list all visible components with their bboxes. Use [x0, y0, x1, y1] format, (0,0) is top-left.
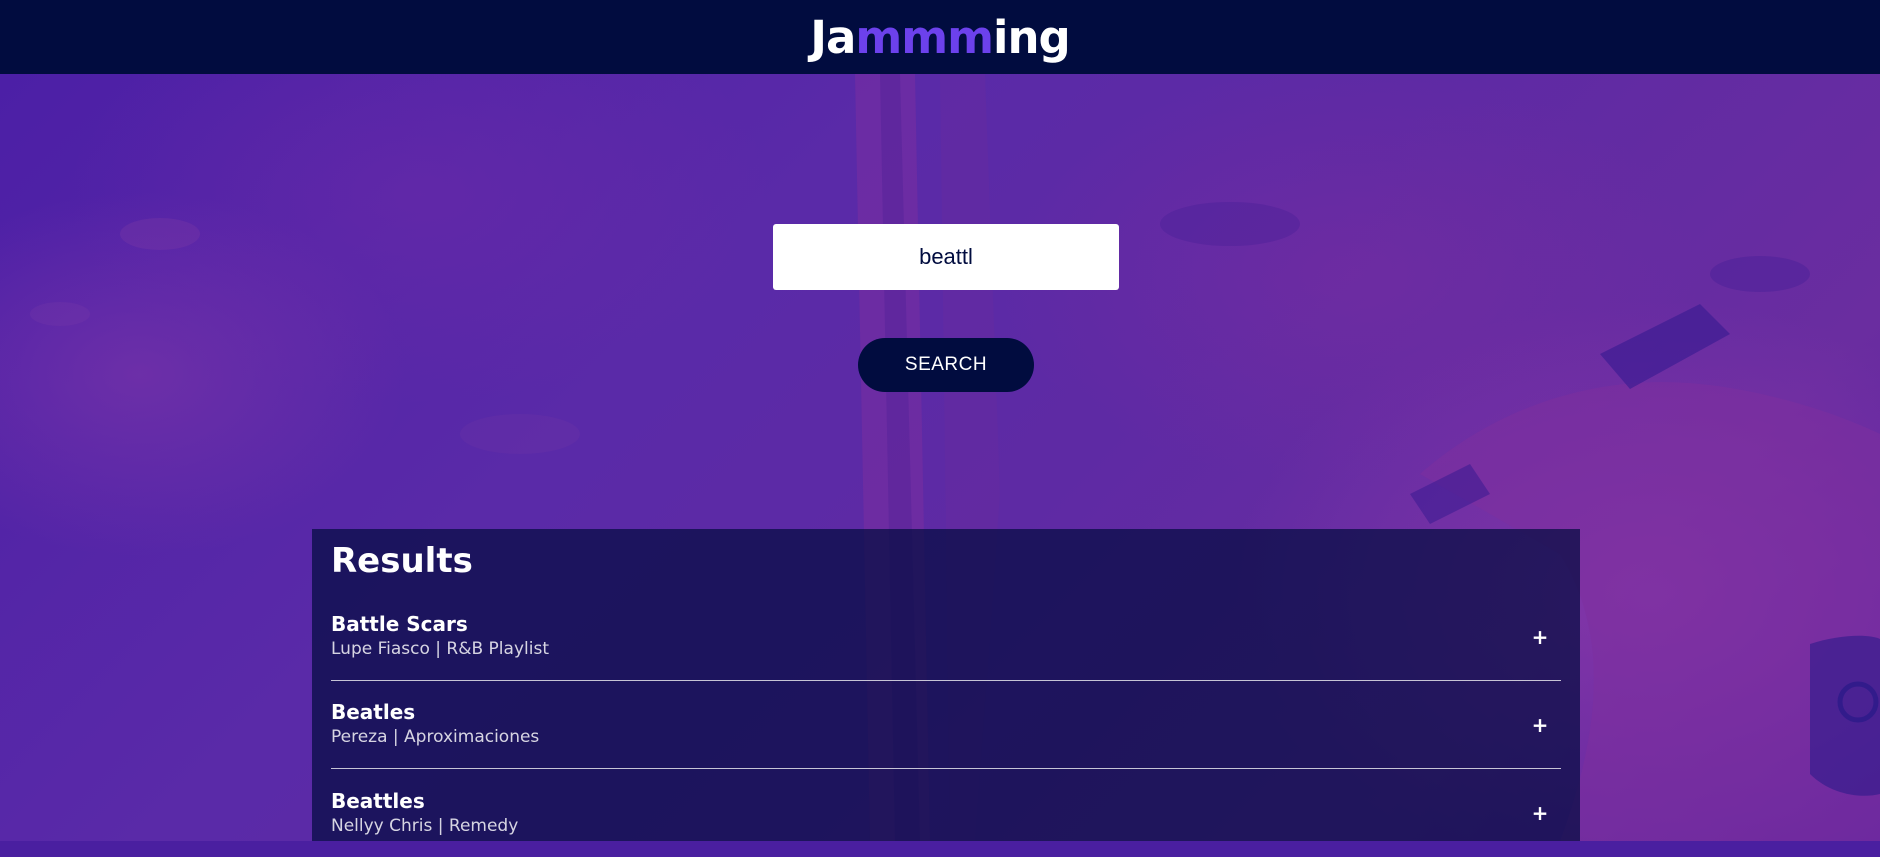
search-input[interactable]	[773, 224, 1119, 290]
track-artist-album: Lupe Fiasco | R&B Playlist	[331, 639, 549, 660]
logo-part-end: ing	[993, 10, 1071, 64]
track-list: Battle Scars Lupe Fiasco | R&B Playlist …	[331, 593, 1561, 857]
results-panel: Results Battle Scars Lupe Fiasco | R&B P…	[312, 529, 1580, 841]
track-row: Beatles Pereza | Aproximaciones +	[331, 681, 1561, 769]
app-header: Jammming	[0, 0, 1880, 74]
track-name: Battle Scars	[331, 612, 468, 637]
track-name: Beattles	[331, 788, 425, 813]
search-button[interactable]: SEARCH	[858, 338, 1034, 392]
plus-icon: +	[1531, 801, 1549, 825]
add-track-button[interactable]: +	[1527, 800, 1553, 826]
app-logo: Jammming	[810, 15, 1070, 60]
logo-part-start: Ja	[810, 10, 856, 64]
track-artist-album: Nellyy Chris | Remedy	[331, 815, 519, 836]
track-row: Beattles Nellyy Chris | Remedy +	[331, 769, 1561, 857]
plus-icon: +	[1531, 712, 1549, 737]
track-row: Battle Scars Lupe Fiasco | R&B Playlist …	[331, 593, 1561, 681]
add-track-button[interactable]: +	[1527, 624, 1553, 650]
track-info: Battle Scars Lupe Fiasco | R&B Playlist	[331, 612, 549, 660]
add-track-button[interactable]: +	[1527, 712, 1553, 738]
track-name: Beatles	[331, 700, 416, 725]
track-artist-album: Pereza | Aproximaciones	[331, 727, 540, 748]
plus-icon: +	[1531, 624, 1549, 649]
logo-part-accent: mmm	[855, 10, 994, 64]
track-info: Beatles Pereza | Aproximaciones	[331, 700, 539, 748]
track-info: Beattles Nellyy Chris | Remedy	[331, 789, 518, 837]
results-title: Results	[331, 541, 473, 581]
